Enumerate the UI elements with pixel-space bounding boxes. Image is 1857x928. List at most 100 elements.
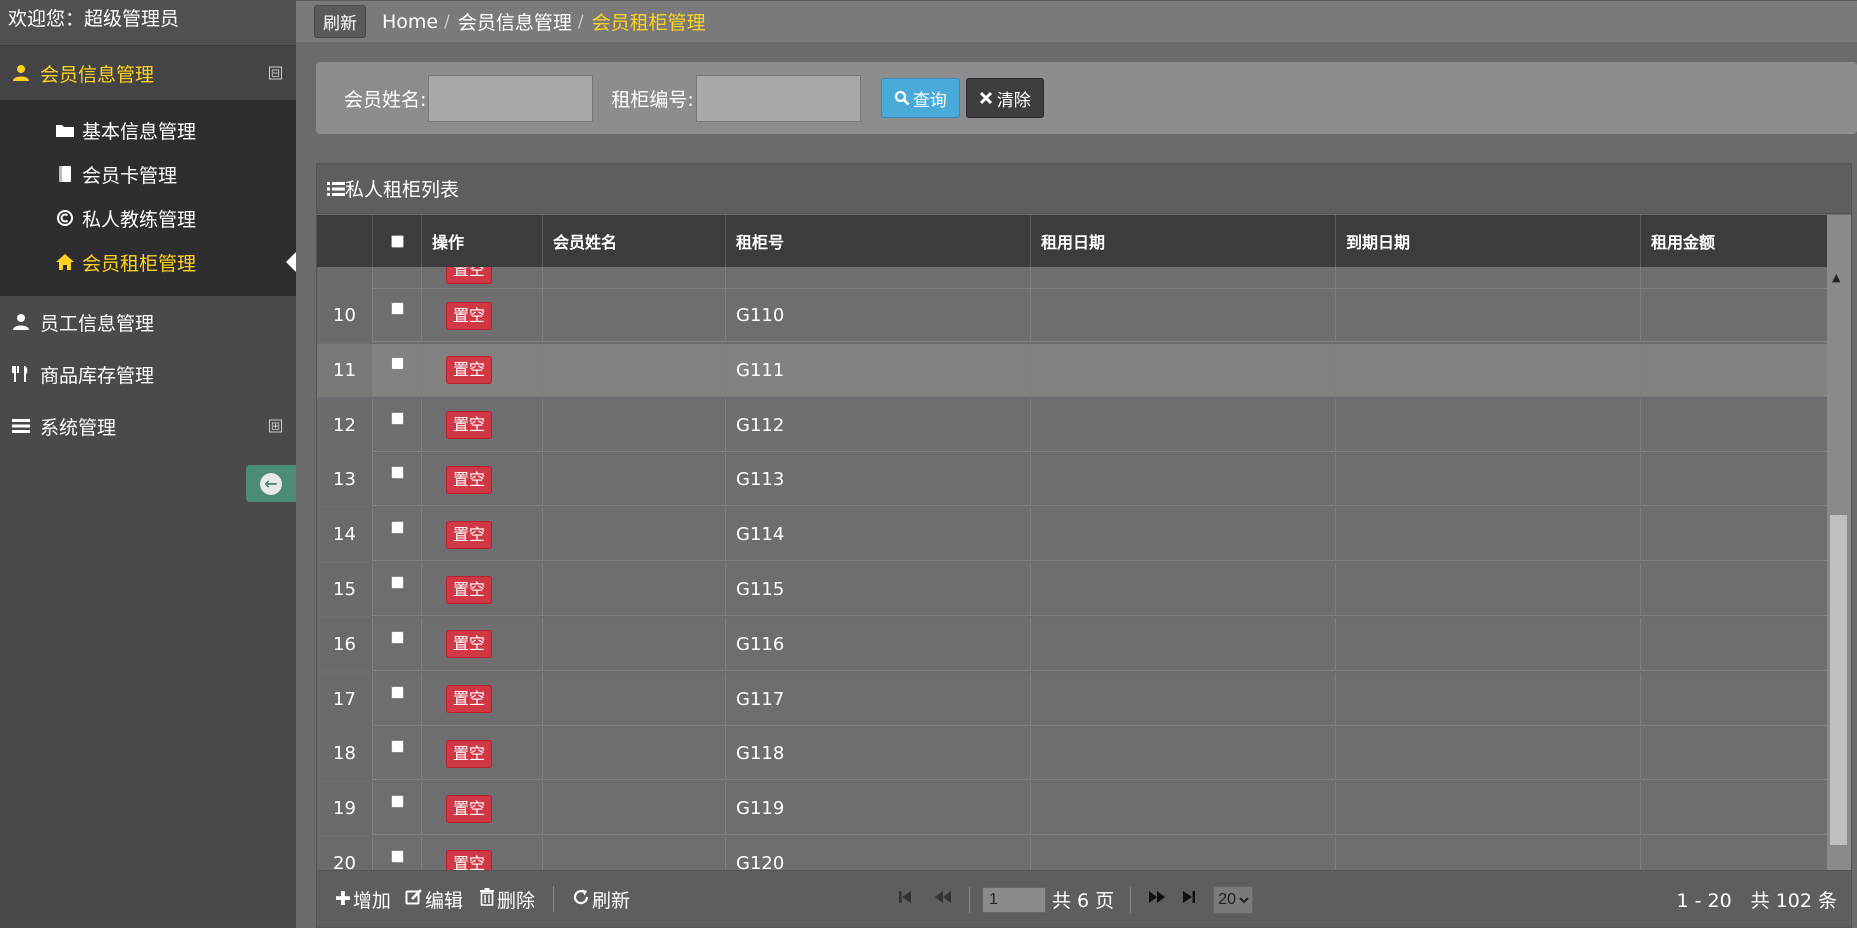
header-operation[interactable]: 操作 — [422, 215, 543, 267]
empty-button[interactable]: 置空 — [446, 465, 493, 494]
row-checkbox[interactable] — [390, 685, 404, 699]
page-size-select[interactable]: 20 — [1213, 885, 1254, 914]
empty-button[interactable]: 置空 — [446, 520, 493, 549]
folder-icon — [54, 122, 76, 138]
row-operation-cell: 置空 — [422, 563, 543, 616]
empty-button[interactable]: 置空 — [446, 267, 493, 284]
empty-button[interactable]: 置空 — [446, 575, 493, 604]
row-checkbox[interactable] — [390, 630, 404, 644]
collapse-toggle-icon[interactable]: ⊟ — [269, 66, 282, 80]
table-row[interactable]: 15 置空 G115 — [317, 563, 1827, 616]
row-locker-cell: G110 — [726, 289, 1031, 342]
sidebar-item-label: 私人教练管理 — [82, 208, 197, 231]
sidebar-item-personal-trainer[interactable]: 私人教练管理 — [0, 196, 296, 240]
first-page-icon[interactable] — [897, 889, 913, 910]
row-checkbox[interactable] — [390, 740, 404, 754]
search-icon — [894, 90, 910, 106]
expand-toggle-icon[interactable]: ⊞ — [269, 419, 282, 433]
header-expire-date[interactable]: 到期日期 — [1336, 215, 1641, 267]
empty-button[interactable]: 置空 — [446, 794, 493, 823]
last-page-icon[interactable] — [1181, 889, 1197, 910]
clear-button[interactable]: 清除 — [965, 78, 1044, 118]
menu-system[interactable]: 系统管理 ⊞ — [0, 400, 296, 452]
page-number-input[interactable] — [982, 886, 1046, 913]
edit-button-label: 编辑 — [424, 889, 463, 912]
grid-scrollbar[interactable]: ▲ — [1827, 215, 1851, 871]
row-locker-cell: G119 — [726, 782, 1031, 836]
empty-button[interactable]: 置空 — [446, 301, 493, 330]
table-row[interactable]: 17 置空 G117 — [317, 672, 1827, 726]
header-member-name[interactable]: 会员姓名 — [543, 215, 726, 267]
select-all-checkbox[interactable] — [390, 234, 404, 248]
row-checkbox[interactable] — [390, 795, 404, 809]
menu-member-info[interactable]: 会员信息管理 ⊟ — [0, 46, 296, 100]
table-row[interactable]: 16 置空 G116 — [317, 617, 1827, 671]
row-checkbox[interactable] — [390, 302, 404, 315]
row-end-cell — [1336, 289, 1641, 342]
edit-button[interactable]: 编辑 — [405, 886, 463, 913]
row-number-cell: 13 — [317, 453, 373, 507]
menu-staff-info[interactable]: 员工信息管理 — [0, 296, 296, 348]
search-panel: 会员姓名: 租柜编号: 查询 清除 — [316, 62, 1857, 134]
empty-button[interactable]: 置空 — [446, 356, 493, 385]
arrow-left-icon: ← — [260, 472, 282, 495]
row-amount-cell — [1641, 727, 1827, 780]
row-number-cell: 20 — [317, 837, 373, 870]
table-row[interactable]: 置空 — [317, 267, 1827, 289]
next-page-icon[interactable] — [1147, 889, 1167, 910]
sidebar-collapse-button[interactable]: ← — [246, 465, 296, 502]
breadcrumb-home[interactable]: Home — [382, 11, 438, 33]
plus-icon: ✚ — [335, 888, 351, 910]
row-start-cell — [1031, 289, 1336, 342]
menu-label: 系统管理 — [40, 416, 117, 439]
locker-number-input[interactable] — [695, 74, 861, 122]
row-checkbox[interactable] — [390, 576, 404, 589]
row-amount-cell — [1641, 508, 1827, 561]
row-checkbox-cell — [373, 782, 422, 836]
prev-page-icon[interactable] — [933, 889, 953, 910]
row-checkbox[interactable] — [390, 521, 404, 535]
table-row[interactable]: 14 置空 G114 — [317, 508, 1827, 562]
pagination: 共 6 页 20 — [887, 871, 1254, 928]
refresh-tab-button[interactable]: 刷新 — [314, 5, 366, 38]
empty-button[interactable]: 置空 — [446, 685, 493, 714]
row-checkbox-cell — [373, 727, 422, 781]
row-name-cell — [543, 289, 726, 342]
empty-button[interactable]: 置空 — [446, 630, 493, 659]
row-checkbox-cell — [373, 563, 422, 616]
breadcrumb-member-info[interactable]: 会员信息管理 — [458, 8, 572, 35]
member-name-input[interactable] — [428, 74, 594, 122]
table-row[interactable]: 20 置空 G120 — [317, 837, 1827, 870]
table-row[interactable]: 13 置空 G113 — [317, 453, 1827, 507]
header-rent-date[interactable]: 租用日期 — [1031, 215, 1336, 267]
row-name-cell — [543, 453, 726, 507]
table-row[interactable]: 10 置空 G110 — [317, 289, 1827, 342]
empty-button[interactable]: 置空 — [446, 849, 493, 870]
row-checkbox[interactable] — [390, 850, 404, 863]
sidebar-item-basic-info[interactable]: 基本信息管理 — [0, 108, 296, 152]
row-checkbox[interactable] — [390, 466, 404, 480]
header-locker-number[interactable]: 租柜号 — [726, 215, 1031, 267]
add-button[interactable]: ✚ 增加 — [335, 886, 391, 913]
table-row[interactable]: 19 置空 G119 — [317, 782, 1827, 836]
header-rent-amount[interactable]: 租用金额 — [1641, 215, 1827, 267]
table-row[interactable]: 18 置空 G118 — [317, 727, 1827, 781]
delete-button[interactable]: 删除 — [479, 886, 535, 913]
row-checkbox[interactable] — [390, 411, 404, 425]
empty-button[interactable]: 置空 — [446, 739, 493, 768]
menu-inventory[interactable]: 商品库存管理 — [0, 348, 296, 400]
table-row[interactable]: 12 置空 G112 — [317, 398, 1827, 452]
row-name-cell — [543, 343, 726, 397]
table-row[interactable]: 11 置空 G111 — [317, 343, 1827, 397]
row-amount-cell — [1641, 399, 1827, 452]
row-name-cell — [543, 782, 726, 836]
refresh-button[interactable]: 刷新 — [572, 886, 630, 913]
sidebar-item-member-card[interactable]: 会员卡管理 — [0, 152, 296, 196]
scrollbar-thumb[interactable] — [1830, 515, 1847, 845]
row-checkbox[interactable] — [390, 356, 404, 370]
empty-button[interactable]: 置空 — [446, 411, 493, 440]
sidebar-item-locker[interactable]: 会员租柜管理 — [0, 240, 296, 284]
row-start-cell — [1031, 343, 1336, 397]
query-button[interactable]: 查询 — [880, 78, 960, 118]
scroll-up-icon[interactable]: ▲ — [1832, 271, 1840, 284]
